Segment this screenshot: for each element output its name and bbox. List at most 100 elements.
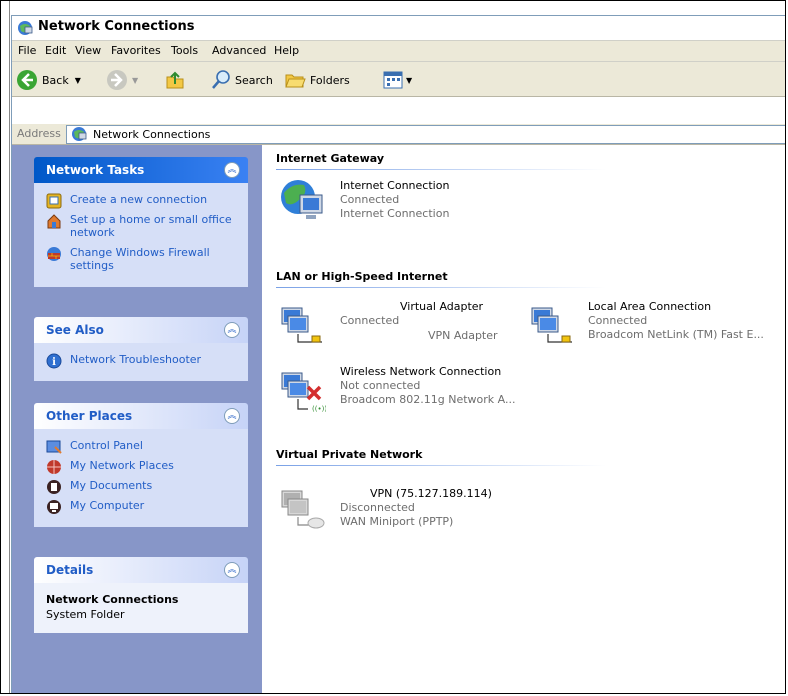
firewall-icon — [47, 247, 61, 261]
back-arrow-icon — [17, 70, 37, 90]
other-places-title: Other Places — [46, 409, 133, 423]
folders-button[interactable]: Folders — [284, 69, 350, 91]
connection-internet[interactable]: Internet Connection Connected Internet C… — [278, 177, 538, 227]
toolbar: Back ▼ ▼ Search Folders ▼ — [12, 62, 785, 97]
link-network-troubleshooter[interactable]: i Network Troubleshooter — [46, 353, 238, 369]
collapse-chevron-icon[interactable]: ︽ — [224, 562, 240, 578]
menu-edit[interactable]: Edit — [45, 44, 66, 57]
connection-virtual-adapter[interactable]: Virtual Adapter Connected VPN Adapter — [278, 300, 518, 350]
other-places-header[interactable]: Other Places ︽ — [34, 403, 248, 429]
forward-button[interactable]: ▼ — [106, 69, 138, 91]
menu-advanced[interactable]: Advanced — [212, 44, 266, 57]
menu-help[interactable]: Help — [274, 44, 299, 57]
search-icon — [212, 70, 230, 89]
back-label: Back — [42, 73, 69, 87]
forward-dropdown-icon[interactable]: ▼ — [132, 76, 138, 85]
new-connection-icon — [46, 193, 62, 209]
views-button[interactable]: ▼ — [382, 69, 412, 91]
connection-status: Connected — [588, 314, 648, 327]
control-panel-icon — [46, 440, 62, 454]
collapse-chevron-icon[interactable]: ︽ — [224, 408, 240, 424]
network-connections-icon — [72, 127, 87, 141]
folders-label: Folders — [310, 73, 350, 87]
task-home-network[interactable]: Set up a home or small office network — [46, 213, 238, 239]
my-documents-icon — [47, 480, 61, 494]
address-bar: Address Network Connections — [12, 124, 785, 145]
network-tasks-panel: Network Tasks ︽ Create a new connection … — [34, 157, 248, 287]
link-control-panel[interactable]: Control Panel — [46, 439, 238, 454]
connection-name: Wireless Network Connection — [340, 365, 502, 378]
connection-status: Connected — [340, 314, 400, 327]
my-computer-icon — [47, 500, 61, 514]
connection-status: Connected — [340, 193, 400, 206]
up-folder-button[interactable] — [164, 69, 186, 91]
group-vpn: Virtual Private Network — [276, 448, 423, 461]
connection-device: VPN Adapter — [428, 329, 498, 342]
home-network-icon — [47, 214, 61, 229]
details-panel: Details ︽ Network Connections System Fol… — [34, 557, 248, 633]
link-my-network-places[interactable]: My Network Places — [46, 459, 238, 474]
connection-name: Internet Connection — [340, 179, 450, 192]
group-divider — [276, 465, 606, 466]
connection-device: Broadcom NetLink (TM) Fast E... — [588, 328, 764, 341]
address-field[interactable]: Network Connections — [66, 125, 785, 144]
network-tasks-title: Network Tasks — [46, 163, 145, 177]
outer-window-edge — [3, 1, 10, 693]
see-also-body: i Network Troubleshooter — [34, 343, 248, 381]
task-firewall[interactable]: Change Windows Firewall settings — [46, 246, 238, 272]
see-also-panel: See Also ︽ i Network Troubleshooter — [34, 317, 248, 381]
svg-text:i: i — [52, 357, 56, 368]
connection-device: WAN Miniport (PPTP) — [340, 515, 454, 528]
menu-file[interactable]: File — [18, 44, 36, 57]
folders-icon — [285, 74, 306, 88]
group-internet-gateway: Internet Gateway — [276, 152, 385, 165]
menu-bar: File Edit View Favorites Tools Advanced … — [12, 41, 785, 62]
help-info-icon: i — [46, 353, 62, 369]
link-my-documents[interactable]: My Documents — [46, 479, 238, 494]
connection-name: Local Area Connection — [588, 300, 712, 313]
lan-connection-icon — [531, 307, 572, 343]
title-bar[interactable]: Network Connections — [12, 16, 785, 41]
details-body: Network Connections System Folder — [34, 583, 248, 633]
group-divider — [276, 169, 606, 170]
screenshot-frame: Network Connections File Edit View Favor… — [0, 0, 786, 694]
dropdown-arrow-icon[interactable]: ▼ — [75, 76, 81, 85]
lan-connection-icon — [281, 307, 322, 343]
details-type: System Folder — [46, 608, 125, 621]
details-header[interactable]: Details ︽ — [34, 557, 248, 583]
connection-wireless[interactable]: ((•)) Wireless Network Connection Not co… — [278, 365, 538, 415]
network-places-icon — [47, 460, 61, 474]
search-button[interactable]: Search — [210, 69, 273, 91]
group-lan: LAN or High-Speed Internet — [276, 270, 448, 283]
forward-arrow-icon — [107, 70, 127, 90]
views-dropdown-icon[interactable]: ▼ — [406, 76, 412, 85]
connection-local-area[interactable]: Local Area Connection Connected Broadcom… — [528, 300, 785, 350]
network-tasks-header[interactable]: Network Tasks ︽ — [34, 157, 248, 183]
wireless-connection-icon: ((•)) — [281, 372, 326, 413]
menu-favorites[interactable]: Favorites — [111, 44, 161, 57]
internet-gateway-icon — [281, 180, 323, 219]
see-also-header[interactable]: See Also ︽ — [34, 317, 248, 343]
link-my-computer[interactable]: My Computer — [46, 499, 238, 514]
see-also-title: See Also — [46, 323, 104, 337]
menu-view[interactable]: View — [75, 44, 101, 57]
explorer-window: Network Connections File Edit View Favor… — [11, 15, 785, 693]
task-create-connection[interactable]: Create a new connection — [46, 193, 238, 209]
collapse-chevron-icon[interactable]: ︽ — [224, 162, 240, 178]
group-divider — [276, 287, 606, 288]
connection-status: Disconnected — [340, 501, 415, 514]
back-button[interactable]: Back ▼ — [16, 69, 81, 91]
task-pane: Network Tasks ︽ Create a new connection … — [12, 145, 262, 693]
address-value: Network Connections — [93, 128, 211, 141]
up-folder-icon — [166, 71, 184, 89]
views-icon — [383, 71, 403, 89]
address-label: Address — [17, 127, 61, 140]
menu-tools[interactable]: Tools — [171, 44, 198, 57]
connection-vpn[interactable]: VPN (75.127.189.114) Disconnected WAN Mi… — [278, 483, 538, 533]
vpn-connection-icon — [281, 490, 325, 529]
other-places-panel: Other Places ︽ Control Panel My Network … — [34, 403, 248, 527]
collapse-chevron-icon[interactable]: ︽ — [224, 322, 240, 338]
details-title: Details — [46, 563, 94, 577]
details-name: Network Connections — [46, 593, 179, 606]
network-tasks-body: Create a new connection Set up a home or… — [34, 183, 248, 287]
